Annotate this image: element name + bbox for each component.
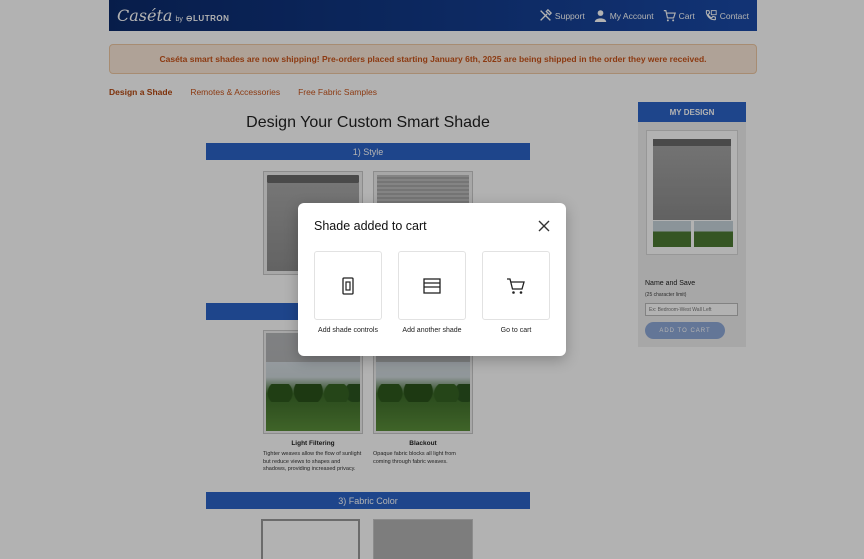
window-shade-icon [423, 277, 441, 294]
cart-icon [507, 277, 525, 294]
shade-added-dialog: Shade added to cart Add shade controls A… [298, 203, 566, 356]
add-shade-controls-label: Add shade controls [318, 327, 378, 334]
remote-control-icon [342, 276, 354, 295]
add-another-shade-button[interactable] [398, 251, 466, 320]
dialog-title: Shade added to cart [314, 219, 427, 233]
go-to-cart-label: Go to cart [500, 327, 532, 334]
add-another-shade-label: Add another shade [402, 327, 462, 334]
add-shade-controls-button[interactable] [314, 251, 382, 320]
go-to-cart-button[interactable] [482, 251, 550, 320]
close-icon[interactable] [537, 219, 551, 233]
